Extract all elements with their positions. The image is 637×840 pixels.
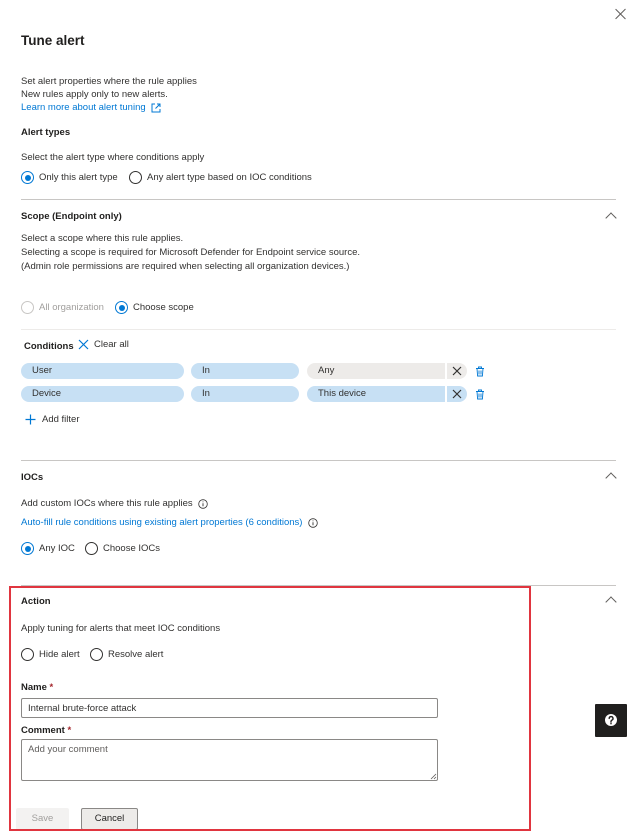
radio-label: Any IOC xyxy=(39,543,75,554)
info-icon[interactable] xyxy=(197,498,208,509)
learn-more-link[interactable]: Learn more about alert tuning xyxy=(21,102,161,113)
condition-operator[interactable]: In xyxy=(191,386,299,402)
condition-field-device[interactable]: Device xyxy=(21,386,184,402)
radio-only-this-alert-type[interactable]: Only this alert type xyxy=(21,171,118,184)
radio-dot[interactable] xyxy=(115,301,128,314)
learn-more-text[interactable]: Learn more about alert tuning xyxy=(21,102,146,113)
autofill-row[interactable]: Auto-fill rule conditions using existing… xyxy=(21,517,319,528)
trash-icon[interactable] xyxy=(475,389,485,400)
radio-dot[interactable] xyxy=(85,542,98,555)
radio-label: All organization xyxy=(39,302,104,313)
close-icon[interactable] xyxy=(614,7,628,21)
divider xyxy=(21,199,616,200)
external-link-icon xyxy=(151,103,161,112)
chevron-up-icon[interactable] xyxy=(605,212,617,224)
remove-value-icon[interactable] xyxy=(447,363,467,379)
radio-dot[interactable] xyxy=(21,171,34,184)
scope-desc-2: Selecting a scope is required for Micros… xyxy=(21,247,360,258)
iocs-desc: Add custom IOCs where this rule applies xyxy=(21,498,193,509)
help-button[interactable] xyxy=(595,704,627,737)
conditions-label: Conditions xyxy=(24,341,74,352)
trash-icon[interactable] xyxy=(475,366,485,377)
scope-desc-1: Select a scope where this rule applies. xyxy=(21,233,184,244)
condition-value[interactable]: Any xyxy=(307,363,445,379)
action-highlight-box xyxy=(9,586,531,831)
add-filter-label: Add filter xyxy=(42,414,80,425)
intro-line-1: Set alert properties where the rule appl… xyxy=(21,76,197,87)
chevron-up-icon[interactable] xyxy=(605,472,617,484)
scope-heading: Scope (Endpoint only) xyxy=(21,211,122,222)
autofill-link[interactable]: Auto-fill rule conditions using existing… xyxy=(21,517,302,528)
radio-label: Choose scope xyxy=(133,302,194,313)
iocs-heading: IOCs xyxy=(21,472,44,483)
radio-choose-iocs[interactable]: Choose IOCs xyxy=(85,542,160,555)
plus-icon xyxy=(25,414,36,425)
radio-dot xyxy=(21,301,34,314)
panel-title: Tune alert xyxy=(21,33,85,48)
radio-label: Only this alert type xyxy=(39,172,118,183)
clear-x-icon xyxy=(78,339,89,350)
divider xyxy=(21,329,616,330)
remove-value-icon[interactable] xyxy=(447,386,467,402)
help-icon xyxy=(605,714,617,726)
alert-types-heading: Alert types xyxy=(21,127,71,138)
clear-all-button[interactable]: Clear all xyxy=(78,339,129,350)
info-icon[interactable] xyxy=(308,517,319,528)
alert-types-prompt: Select the alert type where conditions a… xyxy=(21,152,205,163)
iocs-desc-row: Add custom IOCs where this rule applies xyxy=(21,498,208,509)
add-filter-button[interactable]: Add filter xyxy=(25,414,80,425)
divider xyxy=(21,460,616,461)
radio-all-organization: All organization xyxy=(21,301,104,314)
scope-desc-3: (Admin role permissions are required whe… xyxy=(21,261,350,272)
radio-label: Any alert type based on IOC conditions xyxy=(147,172,312,183)
condition-field-user[interactable]: User xyxy=(21,363,184,379)
radio-choose-scope[interactable]: Choose scope xyxy=(115,301,194,314)
intro-line-2: New rules apply only to new alerts. xyxy=(21,89,168,100)
condition-operator[interactable]: In xyxy=(191,363,299,379)
radio-label: Choose IOCs xyxy=(103,543,161,554)
radio-any-ioc[interactable]: Any IOC xyxy=(21,542,75,555)
chevron-up-icon[interactable] xyxy=(605,596,617,608)
condition-value[interactable]: This device xyxy=(307,386,445,402)
radio-dot[interactable] xyxy=(21,542,34,555)
radio-any-alert-type[interactable]: Any alert type based on IOC conditions xyxy=(129,171,312,184)
clear-all-label: Clear all xyxy=(94,339,129,350)
radio-dot[interactable] xyxy=(129,171,142,184)
